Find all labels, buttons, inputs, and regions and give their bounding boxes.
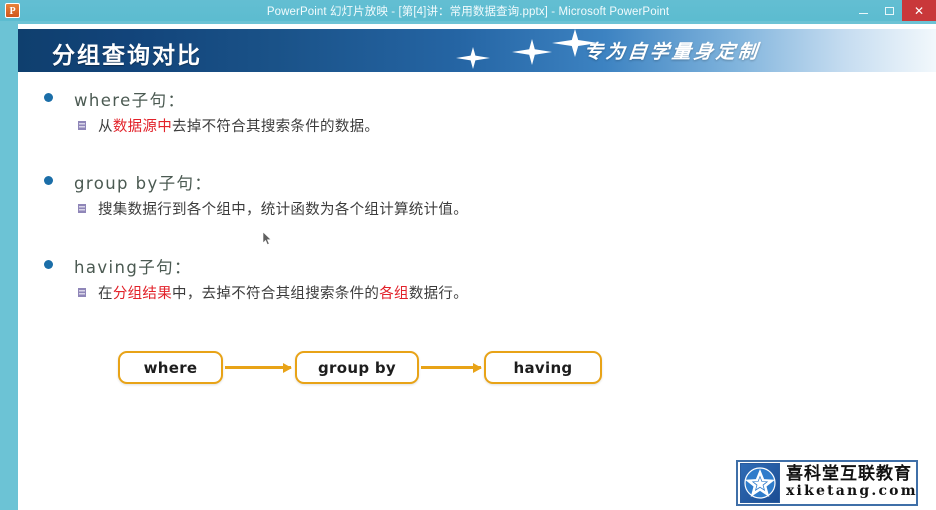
bullet-dot-icon [44, 176, 53, 185]
star-icon [744, 467, 776, 499]
bullet-dot-icon [44, 260, 53, 269]
sparkle-icon [456, 47, 490, 69]
sub-bullet-square-icon [78, 121, 86, 130]
brand-logo: 喜科堂互联教育 xiketang.com [736, 460, 918, 506]
window-controls: ✕ [850, 0, 936, 21]
flow-arrow-2-icon [421, 362, 482, 373]
slide-title: 分组查询对比 [52, 43, 202, 69]
slide-header-banner: 分组查询对比 专为自学量身定制 [18, 29, 936, 72]
close-button[interactable]: ✕ [902, 0, 936, 21]
powerpoint-icon[interactable]: P [5, 3, 20, 18]
bullet-detail-text: 从数据源中去掉不符合其搜索条件的数据。 [98, 119, 380, 135]
minimize-icon [858, 12, 868, 14]
bullet-heading: group by子句： [74, 174, 213, 193]
bullet-heading: having子句： [74, 258, 192, 277]
bullet-detail-line: 从数据源中去掉不符合其搜索条件的数据。 [78, 115, 379, 136]
bullet-detail-text: 搜集数据行到各个组中，统计函数为各个组计算统计值。 [98, 202, 468, 218]
mouse-cursor-icon [263, 232, 272, 245]
flow-box-label: having [513, 358, 573, 377]
window-title: PowerPoint 幻灯片放映 - [第[4]讲：常用数据查询.pptx] -… [266, 5, 670, 18]
clause-flow-diagram: where group by having [118, 351, 618, 397]
window-titlebar: P PowerPoint 幻灯片放映 - [第[4]讲：常用数据查询.pptx]… [0, 0, 936, 21]
bullet-detail-line: 搜集数据行到各个组中，统计函数为各个组计算统计值。 [78, 198, 468, 219]
logo-text-group: 喜科堂互联教育 xiketang.com [786, 464, 918, 500]
logo-badge [740, 463, 780, 503]
restore-icon [884, 6, 894, 15]
slide-slogan: 专为自学量身定制 [582, 41, 762, 63]
close-icon: ✕ [913, 3, 925, 18]
bullet-heading: where子句： [74, 91, 186, 110]
flow-box-having[interactable]: having [484, 351, 602, 384]
flow-arrow-1-icon [225, 362, 292, 373]
sparkle-icon [512, 39, 552, 65]
flow-box-label: group by [318, 358, 396, 377]
sub-bullet-square-icon [78, 204, 86, 213]
bullet-detail-text: 在分组结果中，去掉不符合其组搜索条件的各组数据行。 [98, 286, 469, 302]
minimize-button[interactable] [850, 0, 876, 21]
flow-box-groupby[interactable]: group by [295, 351, 419, 384]
flow-box-where[interactable]: where [118, 351, 223, 384]
logo-name-en: xiketang.com [786, 483, 918, 500]
bullet-detail-line: 在分组结果中，去掉不符合其组搜索条件的各组数据行。 [78, 282, 468, 303]
flow-box-label: where [143, 358, 198, 377]
restore-button[interactable] [876, 0, 902, 21]
powerpoint-slideshow-window: P PowerPoint 幻灯片放映 - [第[4]讲：常用数据查询.pptx]… [0, 0, 936, 510]
bullet-dot-icon [44, 93, 53, 102]
sub-bullet-square-icon [78, 288, 86, 297]
slide-canvas: 分组查询对比 专为自学量身定制 where子句： 从数据源中去掉不符合其搜索条件… [18, 24, 936, 510]
logo-name-cn: 喜科堂互联教育 [786, 464, 912, 485]
